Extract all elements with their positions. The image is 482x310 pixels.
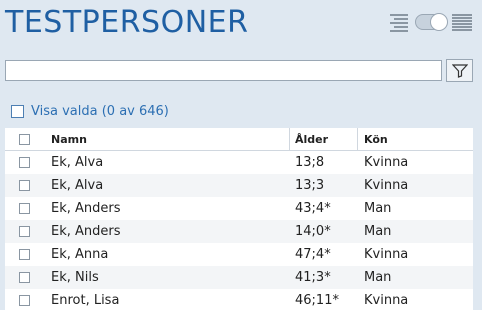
page-title: TESTPERSONER xyxy=(5,5,249,40)
row-checkbox[interactable] xyxy=(19,249,30,260)
cell-name: Enrot, Lisa xyxy=(51,293,120,308)
cell-sex: Kvinna xyxy=(364,155,409,170)
show-selected-checkbox[interactable] xyxy=(11,105,24,118)
cell-name: Ek, Alva xyxy=(51,155,104,170)
cell-sex: Kvinna xyxy=(364,247,409,262)
cell-age: 43;4* xyxy=(295,201,331,216)
show-selected-label: Visa valda (0 av 646) xyxy=(31,104,169,119)
cell-age: 14;0* xyxy=(295,224,331,239)
cell-sex: Kvinna xyxy=(364,293,409,308)
cell-name: Ek, Nils xyxy=(51,270,99,285)
cell-age: 47;4* xyxy=(295,247,331,262)
column-divider xyxy=(357,128,358,150)
row-checkbox[interactable] xyxy=(19,203,30,214)
row-checkbox[interactable] xyxy=(19,272,30,283)
show-selected-toggle[interactable]: Visa valda (0 av 646) xyxy=(11,104,169,119)
table-row[interactable]: Enrot, Lisa 46;11* Kvinna xyxy=(5,289,473,310)
cell-sex: Man xyxy=(364,201,392,216)
row-checkbox[interactable] xyxy=(19,180,30,191)
view-toggle[interactable] xyxy=(415,13,448,31)
toggle-knob xyxy=(430,13,448,31)
filter-icon xyxy=(451,63,468,78)
view-controls xyxy=(390,12,475,34)
cell-age: 13;3 xyxy=(295,178,325,193)
row-checkbox[interactable] xyxy=(19,295,30,306)
table-row[interactable]: Ek, Anders 14;0* Man xyxy=(5,220,473,243)
row-checkbox[interactable] xyxy=(19,157,30,168)
cell-name: Ek, Anna xyxy=(51,247,109,262)
cell-age: 46;11* xyxy=(295,293,339,308)
cell-age: 13;8 xyxy=(295,155,325,170)
cell-name: Ek, Anders xyxy=(51,201,121,216)
table-row[interactable]: Ek, Nils 41;3* Man xyxy=(5,266,473,289)
table-row[interactable]: Ek, Anna 47;4* Kvinna xyxy=(5,243,473,266)
filter-button[interactable] xyxy=(446,59,473,82)
table-row[interactable]: Ek, Alva 13;3 Kvinna xyxy=(5,174,473,197)
table-row[interactable]: Ek, Anders 43;4* Man xyxy=(5,197,473,220)
cell-sex: Man xyxy=(364,270,392,285)
search-input[interactable] xyxy=(5,60,442,81)
column-header-name[interactable]: Namn xyxy=(51,128,87,150)
list-view-icon[interactable] xyxy=(390,14,410,32)
column-header-sex[interactable]: Kön xyxy=(364,128,388,150)
cell-sex: Man xyxy=(364,224,392,239)
cell-name: Ek, Anders xyxy=(51,224,121,239)
select-all-checkbox[interactable] xyxy=(19,133,30,145)
grid-view-icon[interactable] xyxy=(452,14,472,32)
cell-sex: Kvinna xyxy=(364,178,409,193)
column-header-age[interactable]: Ålder xyxy=(295,128,328,150)
person-table: Namn Ålder Kön Ek, Alva 13;8 Kvinna Ek, … xyxy=(5,128,473,310)
table-row[interactable]: Ek, Alva 13;8 Kvinna xyxy=(5,151,473,174)
table-header: Namn Ålder Kön xyxy=(5,128,473,151)
cell-age: 41;3* xyxy=(295,270,331,285)
column-divider xyxy=(289,128,290,150)
row-checkbox[interactable] xyxy=(19,226,30,237)
cell-name: Ek, Alva xyxy=(51,178,104,193)
